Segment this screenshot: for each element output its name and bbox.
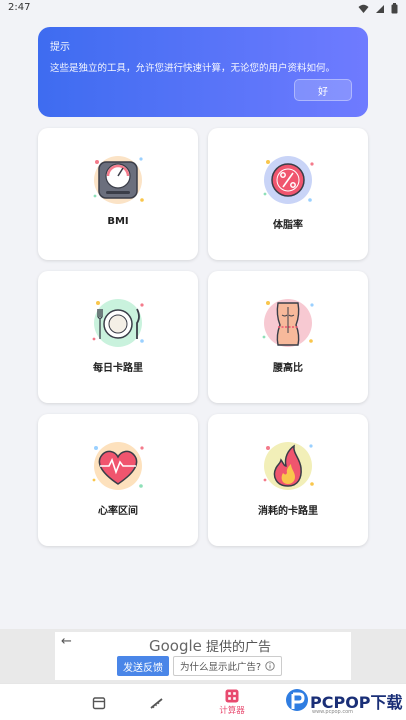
flame-icon [263,442,314,490]
tool-card-label: 消耗的卡路里 [258,506,318,517]
nav-item-measure[interactable] [144,684,170,720]
back-arrow-icon[interactable]: ← [61,634,72,649]
tool-card-body-fat[interactable]: 体脂率 [208,128,368,260]
tool-card-label: BMI [107,216,129,227]
battery-icon [391,3,398,14]
tool-card-bmi[interactable]: BMI [38,128,198,260]
plate-cutlery-icon [92,299,144,347]
why-this-ad-label: 为什么显示此广告? [180,662,262,673]
watermark-url: www.pcpop.com [312,709,353,715]
scale-gauge-icon [93,156,144,204]
tool-card-label: 心率区间 [98,506,138,517]
nav-item-label: 计算器 [219,706,245,716]
heart-pulse-icon [92,442,144,490]
status-time: 2:47 [8,2,31,13]
ad-brand-name: Google [149,637,202,655]
tool-card-calories-burned[interactable]: 消耗的卡路里 [208,414,368,546]
tip-message: 这些是独立的工具，允许您进行快速计算，无论您的用户资料如何。 [50,63,336,74]
info-icon [265,661,275,671]
tool-card-label: 体脂率 [273,220,303,231]
ruler-icon [150,697,163,709]
nav-item-dashboard[interactable] [86,684,112,720]
ad-banner: ← Google 提供的广告 发送反馈 为什么显示此广告? [0,629,406,683]
tool-card-label: 每日卡路里 [93,363,143,374]
percent-circle-icon [263,156,314,204]
tip-title: 提示 [50,42,70,53]
calendar-icon [92,696,106,709]
wifi-icon [358,4,369,13]
status-icons [358,3,398,14]
nav-item-calculator[interactable]: 计算器 [214,684,250,720]
tip-ok-button[interactable]: 好 [294,79,352,101]
tool-card-waist-height[interactable]: 腰高比 [208,271,368,403]
signal-icon [376,4,384,13]
watermark-logo-icon [286,689,308,711]
torso-icon [262,299,314,347]
ad-brand-suffix: 提供的广告 [206,640,272,655]
status-bar: 2:47 [0,0,406,18]
tip-banner: 提示 这些是独立的工具，允许您进行快速计算，无论您的用户资料如何。 好 [38,27,368,117]
ad-brand: Google 提供的广告 [149,636,271,655]
tool-card-daily-calories[interactable]: 每日卡路里 [38,271,198,403]
tool-card-heart-rate[interactable]: 心率区间 [38,414,198,546]
tool-card-label: 腰高比 [273,363,303,374]
calculator-icon [225,689,239,703]
send-feedback-button[interactable]: 发送反馈 [117,656,169,676]
ad-panel: ← Google 提供的广告 发送反馈 为什么显示此广告? [55,632,351,680]
why-this-ad-button[interactable]: 为什么显示此广告? [173,656,283,676]
watermark: PCPOP下载 www.pcpop.com [282,684,406,718]
